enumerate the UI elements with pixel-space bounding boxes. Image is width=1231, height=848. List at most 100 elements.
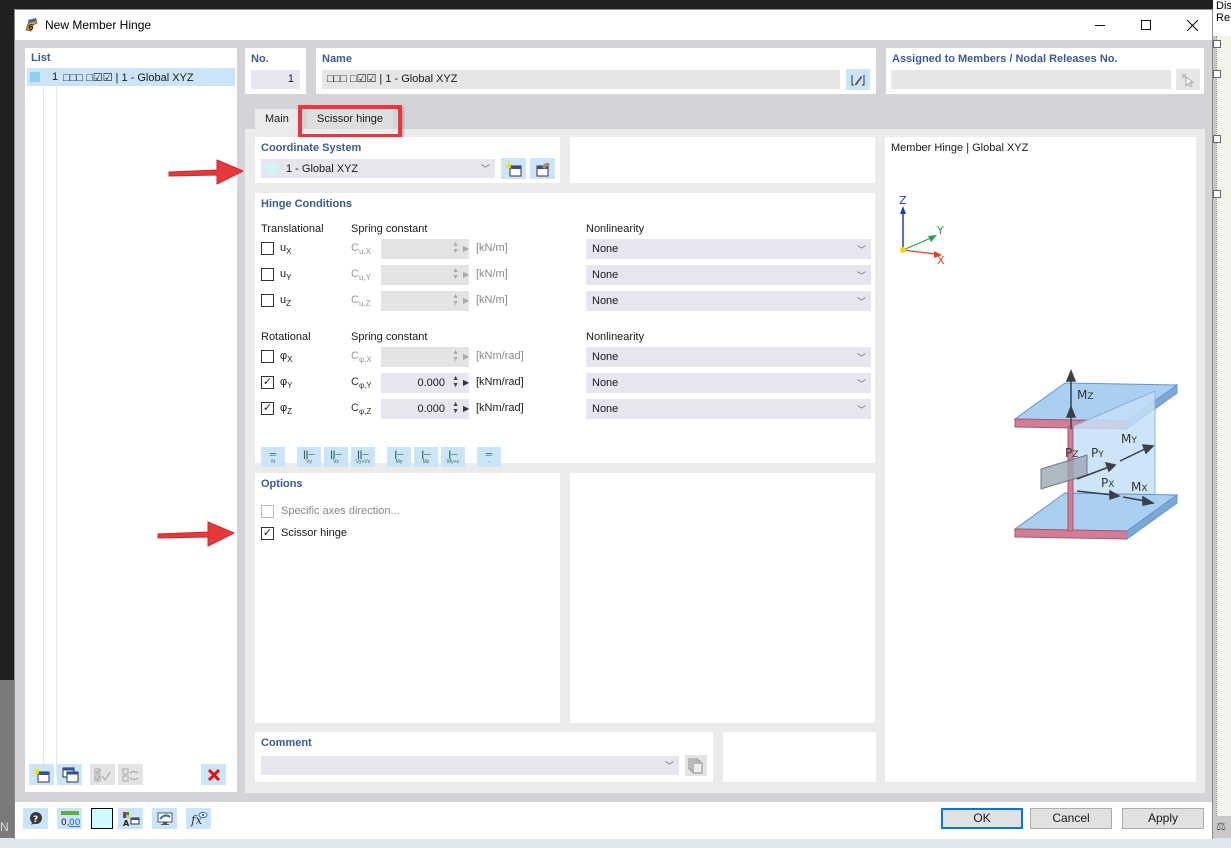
name-field[interactable]: □□□ □☑☑ | 1 - Global XYZ	[322, 70, 840, 89]
help-icon: ?	[29, 811, 42, 825]
tab-highlight-annotation	[298, 105, 402, 138]
comment-library-button[interactable]	[685, 755, 707, 776]
copy-item-button[interactable]	[57, 764, 82, 785]
edit-coordinate-system-button[interactable]	[530, 158, 555, 179]
new-item-button[interactable]	[29, 764, 54, 785]
release-vz-button[interactable]: ||─ Vz	[324, 447, 348, 467]
apply-button[interactable]: Apply	[1122, 808, 1204, 829]
mz-label: M	[1077, 388, 1087, 402]
spinner-arrows-icon[interactable]: ▲ ▼	[452, 349, 459, 363]
release-mymz-button[interactable]: |─ My+z	[441, 447, 465, 467]
check-all-button[interactable]	[90, 764, 115, 785]
specific-axes-label: Specific axes direction...	[281, 505, 400, 517]
unit-label: [kN/m]	[476, 294, 508, 306]
renumber-button[interactable]	[118, 764, 143, 785]
release-n-button[interactable]: ═ N	[261, 447, 285, 467]
maximize-button[interactable]	[1123, 10, 1169, 40]
dof-symbol: uZ	[280, 294, 292, 309]
view-button[interactable]	[152, 808, 177, 829]
ok-button[interactable]: OK	[941, 808, 1023, 829]
expand-arrow-icon[interactable]: ▶	[463, 378, 469, 387]
background-app-label: N	[0, 820, 9, 834]
spinner-arrows-icon[interactable]: ▲ ▼	[452, 401, 459, 415]
x-axis-line	[902, 249, 936, 255]
spring-constant-input[interactable]: ▲ ▼	[381, 265, 469, 285]
chevron-down-icon: ﹀	[857, 296, 867, 307]
release-checkbox[interactable]: ✓	[261, 376, 274, 389]
app-logo-icon: 6	[25, 18, 38, 32]
number-field[interactable]: 1	[251, 70, 300, 89]
list-item[interactable]: 1 □□□ □☑☑ | 1 - Global XYZ	[27, 68, 235, 86]
nonlinearity-select[interactable]: None ﹀	[586, 291, 871, 311]
close-button[interactable]	[1169, 10, 1215, 40]
nonlinearity-select[interactable]: None ﹀	[586, 399, 871, 419]
spring-constant-input[interactable]: 0.000 ▲ ▼	[381, 399, 469, 419]
expand-arrow-icon[interactable]: ▶	[463, 244, 469, 253]
spring-constant-input[interactable]: ▲ ▼	[381, 239, 469, 259]
nonlinearity-select[interactable]: None ﹀	[586, 265, 871, 285]
list-item-number: 1	[52, 71, 59, 83]
expand-arrow-icon[interactable]: ▶	[463, 296, 469, 305]
new-coordinate-system-button[interactable]	[501, 158, 526, 179]
cancel-button[interactable]: Cancel	[1030, 808, 1112, 829]
units-button[interactable]: 0, 00	[57, 808, 82, 829]
expand-arrow-icon[interactable]: ▶	[463, 352, 469, 361]
color-button[interactable]	[91, 808, 113, 829]
spring-constant-input[interactable]: ▲ ▼	[381, 291, 469, 311]
py-label: P	[1091, 446, 1098, 460]
y-axis-arrow	[928, 235, 937, 242]
nonlinearity-select[interactable]: None ﹀	[586, 373, 871, 393]
spinner-arrows-icon[interactable]: ▲ ▼	[452, 293, 459, 307]
tab-main[interactable]: Main	[255, 109, 299, 129]
hinge-conditions-title: Hinge Conditions	[261, 198, 353, 210]
scissor-hinge-option[interactable]: ✓ Scissor hinge	[261, 525, 347, 541]
help-button[interactable]: ?	[23, 808, 48, 829]
expand-arrow-icon[interactable]: ▶	[463, 270, 469, 279]
display-settings-button[interactable]: A	[118, 808, 143, 829]
check-all-icon	[94, 768, 111, 781]
nonlinearity-header: Nonlinearity	[586, 331, 645, 343]
release-checkbox[interactable]	[261, 294, 274, 307]
release-checkbox[interactable]: ✓	[261, 402, 274, 415]
assigned-field[interactable]	[891, 70, 1171, 89]
pick-members-button[interactable]	[1176, 69, 1200, 90]
delete-button[interactable]	[201, 764, 226, 785]
release-checkbox[interactable]	[261, 350, 274, 363]
comment-select[interactable]: ﹀	[261, 756, 679, 775]
release-vy-button[interactable]: ||─ Vy	[297, 447, 321, 467]
specific-axes-option[interactable]: Specific axes direction...	[261, 503, 400, 519]
hinge-row-phix: φX Cφ,X ▲ ▼ ▶ [kNm/rad] None ﹀	[261, 347, 871, 367]
spring-constant-input[interactable]: 0.000 ▲ ▼	[381, 373, 469, 393]
release-checkbox[interactable]	[261, 268, 274, 281]
coordinate-system-panel: Coordinate System 1 - Global XYZ ﹀	[255, 137, 560, 183]
spinner-arrows-icon[interactable]: ▲ ▼	[452, 241, 459, 255]
release-icon: |─	[448, 448, 458, 459]
release-checkbox[interactable]	[261, 242, 274, 255]
formula-button[interactable]: fx	[186, 808, 211, 829]
axes-triad: Z Y X	[899, 194, 945, 267]
renumber-icon	[122, 768, 138, 781]
tree-node-icon	[1213, 190, 1221, 198]
minimize-button[interactable]	[1077, 10, 1123, 40]
coordinate-system-select[interactable]: 1 - Global XYZ ﹀	[261, 159, 495, 178]
hinge-row-phiz: ✓ φZ Cφ,Z 0.000 ▲ ▼ ▶ [kNm/rad] None ﹀	[261, 399, 871, 419]
spinner-arrows-icon[interactable]: ▲ ▼	[452, 267, 459, 281]
rotational-header: Rotational	[261, 331, 311, 343]
svg-text:6: 6	[28, 23, 34, 32]
edit-name-button[interactable]	[846, 69, 870, 90]
release-mz-button[interactable]: |─ Mz	[414, 447, 438, 467]
nonlinearity-value: None	[592, 377, 619, 389]
title-bar: 6 New Member Hinge	[15, 10, 1212, 40]
y-axis-line	[902, 237, 932, 251]
nonlinearity-select[interactable]: None ﹀	[586, 239, 871, 259]
scissor-hinge-checkbox[interactable]: ✓	[261, 526, 274, 540]
annotation-arrow-scissor-hinge	[157, 521, 235, 547]
release-my-button[interactable]: |─ My	[387, 447, 411, 467]
spring-constant-input[interactable]: ▲ ▼	[381, 347, 469, 367]
nonlinearity-select[interactable]: None ﹀	[586, 347, 871, 367]
release-none-button[interactable]: ═ -	[477, 447, 501, 467]
specific-axes-checkbox[interactable]	[261, 504, 274, 518]
release-vyvz-button[interactable]: ||─ Vy+Vz	[351, 447, 375, 467]
spinner-arrows-icon[interactable]: ▲ ▼	[452, 375, 459, 389]
expand-arrow-icon[interactable]: ▶	[463, 404, 469, 413]
